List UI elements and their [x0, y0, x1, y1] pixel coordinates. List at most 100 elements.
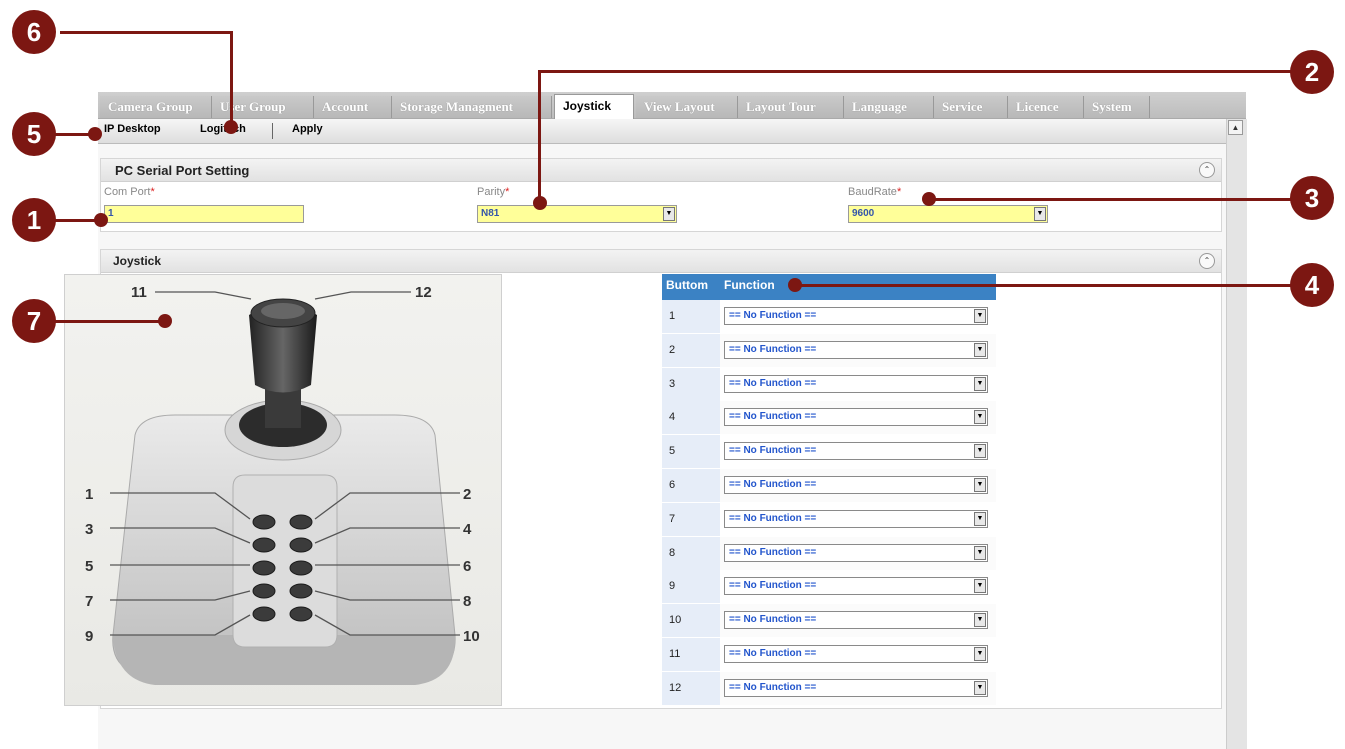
function-cell: == No Function == ▼ — [720, 435, 996, 469]
function-select-value: == No Function == — [729, 546, 817, 558]
tab-service[interactable]: Service — [934, 96, 1008, 118]
table-row: 10 == No Function == ▼ — [662, 604, 996, 638]
chevron-down-icon[interactable]: ▼ — [974, 545, 986, 560]
function-select[interactable]: == No Function == ▼ — [724, 543, 988, 562]
function-select-value: == No Function == — [729, 377, 817, 389]
callout-dot — [88, 127, 102, 141]
function-select[interactable]: == No Function == ▼ — [724, 577, 988, 596]
chevron-down-icon[interactable]: ▼ — [974, 309, 986, 323]
joystick-label: 10 — [463, 628, 480, 645]
table-row: 8 == No Function == ▼ — [662, 536, 996, 570]
tab-joystick[interactable]: Joystick — [554, 94, 634, 119]
callout-7: 7 — [12, 299, 56, 343]
chevron-down-icon[interactable]: ▼ — [974, 342, 986, 357]
button-number: 3 — [662, 367, 720, 401]
toolbar-ip-desktop[interactable]: IP Desktop — [104, 123, 161, 135]
function-select-value: == No Function == — [729, 648, 817, 659]
chevron-down-icon[interactable]: ▼ — [974, 613, 986, 628]
function-cell: == No Function == ▼ — [720, 401, 996, 435]
baudrate-select[interactable]: 9600 ▼ — [848, 205, 1048, 223]
chevron-down-icon[interactable]: ▼ — [974, 376, 986, 391]
callout-leader — [60, 31, 232, 34]
tab-storage-managment[interactable]: Storage Managment — [392, 96, 552, 118]
callout-leader — [540, 70, 1300, 73]
tab-language[interactable]: Language — [844, 96, 934, 118]
joystick-label: 5 — [85, 558, 93, 575]
function-select-value: == No Function == — [729, 580, 817, 592]
chevron-down-icon[interactable]: ▼ — [974, 444, 986, 459]
function-cell: == No Function == ▼ — [720, 671, 996, 705]
function-select-value: == No Function == — [729, 445, 817, 457]
joystick-label: 7 — [85, 593, 93, 610]
tab-camera-group[interactable]: Camera Group — [100, 96, 212, 118]
callout-3: 3 — [1290, 176, 1334, 220]
function-select[interactable]: == No Function == ▼ — [724, 645, 988, 663]
chevron-down-icon[interactable]: ▼ — [974, 511, 986, 526]
vertical-scrollbar[interactable]: ▲ — [1226, 119, 1247, 749]
table-row: 5 == No Function == ▼ — [662, 435, 996, 469]
table-row: 3 == No Function == ▼ — [662, 367, 996, 401]
button-number: 10 — [662, 604, 720, 638]
serial-port-panel-title: PC Serial Port Setting — [115, 163, 250, 178]
function-select[interactable]: == No Function == ▼ — [724, 611, 988, 630]
function-select[interactable]: == No Function == ▼ — [724, 374, 988, 393]
function-select[interactable]: == No Function == ▼ — [724, 509, 988, 528]
callout-4: 4 — [1290, 263, 1334, 307]
com-port-field[interactable]: 1 — [104, 205, 304, 223]
table-row: 1 == No Function == ▼ — [662, 300, 996, 333]
collapse-icon[interactable]: ⌃ — [1199, 253, 1215, 269]
function-select[interactable]: == No Function == ▼ — [724, 307, 988, 325]
function-select-value: == No Function == — [729, 512, 817, 524]
function-cell: == No Function == ▼ — [720, 604, 996, 638]
button-number: 5 — [662, 435, 720, 469]
table-row: 7 == No Function == ▼ — [662, 502, 996, 536]
tab-view-layout[interactable]: View Layout — [636, 96, 738, 118]
function-select-value: == No Function == — [729, 310, 817, 321]
callout-1: 1 — [12, 198, 56, 242]
chevron-down-icon[interactable]: ▼ — [1034, 207, 1046, 221]
tab-licence[interactable]: Licence — [1008, 96, 1084, 118]
chevron-down-icon[interactable]: ▼ — [663, 207, 675, 221]
button-number: 6 — [662, 469, 720, 502]
toolbar-logitech[interactable]: Logitech — [200, 123, 246, 135]
apply-button[interactable]: Apply — [292, 123, 323, 135]
tab-system[interactable]: System — [1084, 96, 1150, 118]
callout-2: 2 — [1290, 50, 1334, 94]
function-select[interactable]: == No Function == ▼ — [724, 408, 988, 427]
joystick-label: 11 — [131, 284, 147, 301]
chevron-down-icon[interactable]: ▼ — [974, 579, 986, 594]
callout-dot — [158, 314, 172, 328]
joystick-panel-title: Joystick — [113, 254, 162, 268]
parity-select[interactable]: N81 ▼ — [477, 205, 677, 223]
chevron-down-icon[interactable]: ▼ — [974, 478, 986, 492]
chevron-down-icon[interactable]: ▼ — [974, 410, 986, 425]
joystick-panel-header: Joystick ⌃ — [101, 250, 1221, 273]
tab-layout-tour[interactable]: Layout Tour — [738, 96, 844, 118]
button-number: 4 — [662, 401, 720, 435]
scroll-up-icon[interactable]: ▲ — [1228, 120, 1243, 135]
tab-account[interactable]: Account — [314, 96, 392, 118]
table-row: 2 == No Function == ▼ — [662, 333, 996, 367]
joystick-label: 2 — [463, 486, 471, 503]
table-row: 4 == No Function == ▼ — [662, 401, 996, 435]
tab-bar: Camera Group User Group Account Storage … — [98, 92, 1246, 119]
function-select[interactable]: == No Function == ▼ — [724, 476, 988, 494]
callout-leader — [230, 31, 233, 123]
function-select[interactable]: == No Function == ▼ — [724, 340, 988, 359]
chevron-down-icon[interactable]: ▼ — [974, 647, 986, 661]
baudrate-label: BaudRate* — [848, 186, 902, 198]
function-select[interactable]: == No Function == ▼ — [724, 442, 988, 461]
table-row: 6 == No Function == ▼ — [662, 469, 996, 502]
chevron-down-icon[interactable]: ▼ — [974, 680, 986, 695]
button-number: 8 — [662, 536, 720, 570]
tab-user-group[interactable]: User Group — [212, 96, 314, 118]
function-select[interactable]: == No Function == ▼ — [724, 678, 988, 697]
collapse-icon[interactable]: ⌃ — [1199, 162, 1215, 178]
button-number: 2 — [662, 333, 720, 367]
joystick-label: 12 — [415, 284, 432, 301]
function-select-value: == No Function == — [729, 681, 817, 693]
column-button-header: Buttom — [666, 278, 708, 292]
function-select-value: == No Function == — [729, 343, 817, 355]
joystick-label: 3 — [85, 521, 93, 538]
button-number: 9 — [662, 570, 720, 604]
